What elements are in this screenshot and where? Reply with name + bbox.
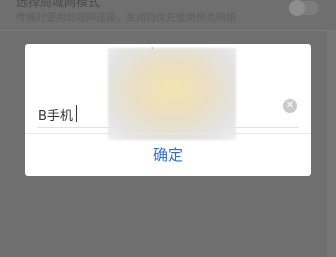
- device-name-input[interactable]: B手机: [38, 105, 73, 124]
- background-edge: [327, 31, 336, 257]
- confirm-button[interactable]: 确定: [25, 134, 311, 176]
- setting-subtitle: 传输时使用局域网连接，关闭则优先使用热点网络: [16, 13, 236, 24]
- clear-icon[interactable]: ✕: [283, 99, 297, 113]
- rename-dialog: · B手机 ✕ 确定: [25, 44, 311, 176]
- toggle-knob: [289, 0, 305, 16]
- background-divider: [0, 30, 336, 31]
- text-cursor: [76, 105, 77, 122]
- input-underline: [37, 127, 299, 128]
- top-mark: ·: [151, 44, 154, 53]
- background-setting-row: 选择局域网模式 传输时使用局域网连接，关闭则优先使用热点网络: [0, 0, 336, 30]
- lan-mode-toggle[interactable]: [289, 0, 319, 16]
